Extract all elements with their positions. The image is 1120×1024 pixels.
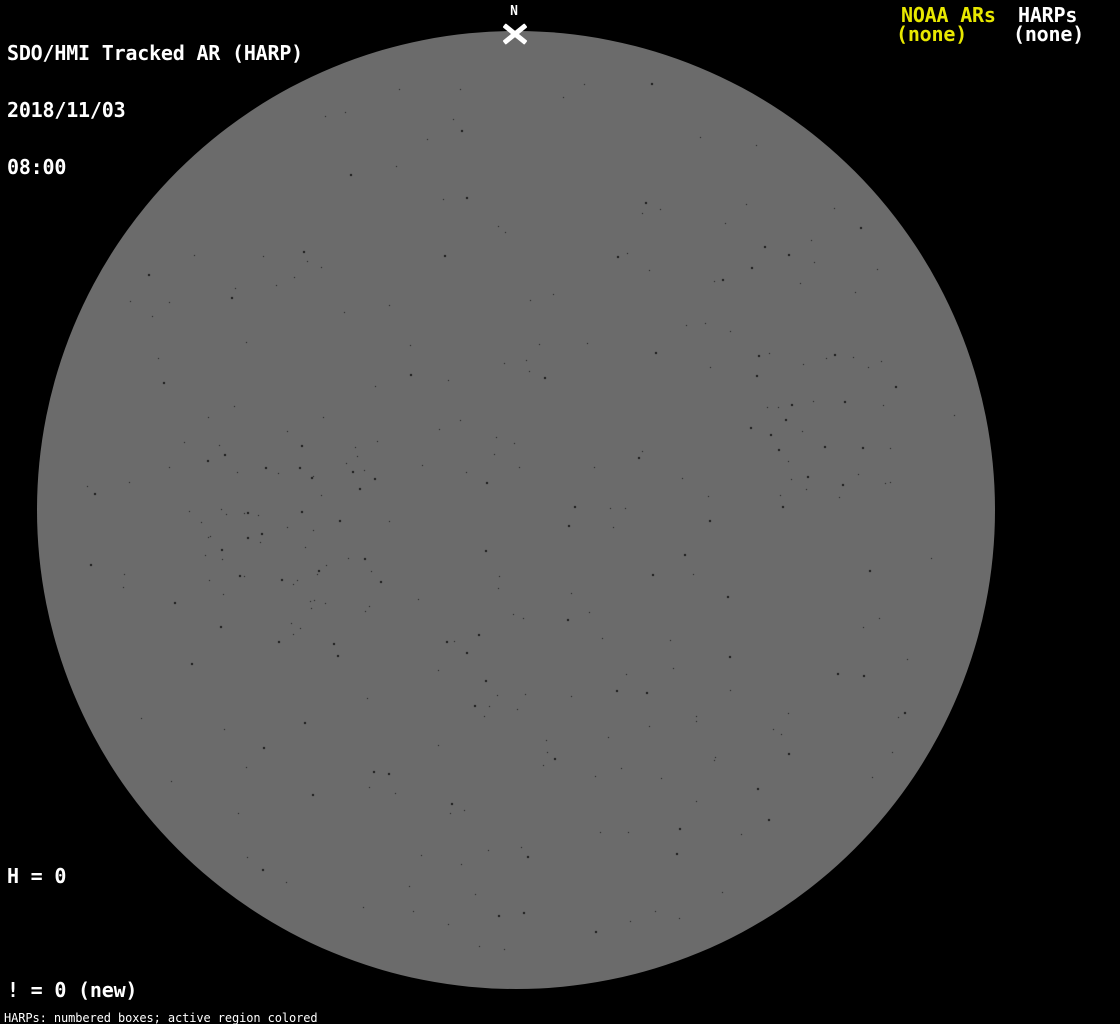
footnotes: HARPs: numbered boxes; active region col… (4, 988, 417, 1024)
footnote-harps: HARPs: numbered boxes; active region col… (4, 1011, 318, 1024)
date-label: 2018/11/03 (7, 98, 126, 122)
title-block: SDO/HMI Tracked AR (HARP) 2018/11/03 08:… (7, 6, 303, 215)
noaa-ars-count: (none) (896, 22, 968, 46)
north-pole-label: N (510, 4, 518, 19)
harp-tracker-view: SDO/HMI Tracked AR (HARP) 2018/11/03 08:… (0, 0, 1120, 1024)
time-label: 08:00 (7, 155, 67, 179)
north-cross-marker-icon (502, 23, 527, 45)
harp-count-line: H = 0 (7, 864, 67, 888)
legend-spacer (7, 924, 232, 943)
page-title: SDO/HMI Tracked AR (HARP) (7, 41, 304, 65)
harps-count: (none) (1013, 22, 1085, 46)
